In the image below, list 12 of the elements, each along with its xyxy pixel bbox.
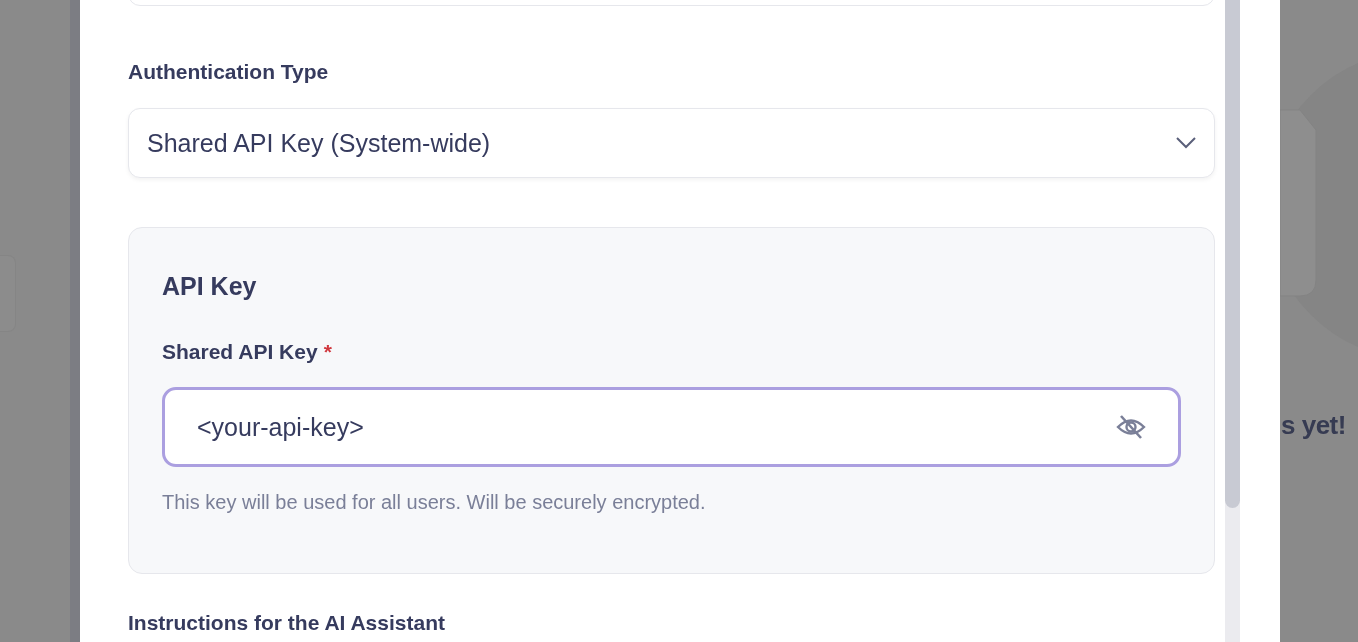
- hint-text: This key will be used for all users. Will be securely encrypted.: [162, 491, 707, 514]
- field-label: Instructions for the AI Assistant: [128, 610, 446, 636]
- required-mark: *: [323, 340, 332, 363]
- input-field[interactable]: <your-api-key>: [162, 387, 1181, 467]
- eye-slash-icon[interactable]: [1116, 414, 1146, 440]
- field-label: Shared API Key: [162, 340, 318, 363]
- scrollbar-thumb[interactable]: [1225, 0, 1240, 508]
- section-title: API Key: [162, 271, 258, 302]
- chevron-down-icon: [1176, 137, 1196, 149]
- select-dropdown[interactable]: Shared API Key (System-wide): [128, 108, 1215, 178]
- empty-state-text: s yet!: [1281, 410, 1346, 441]
- field-label: Authentication Type: [128, 59, 330, 85]
